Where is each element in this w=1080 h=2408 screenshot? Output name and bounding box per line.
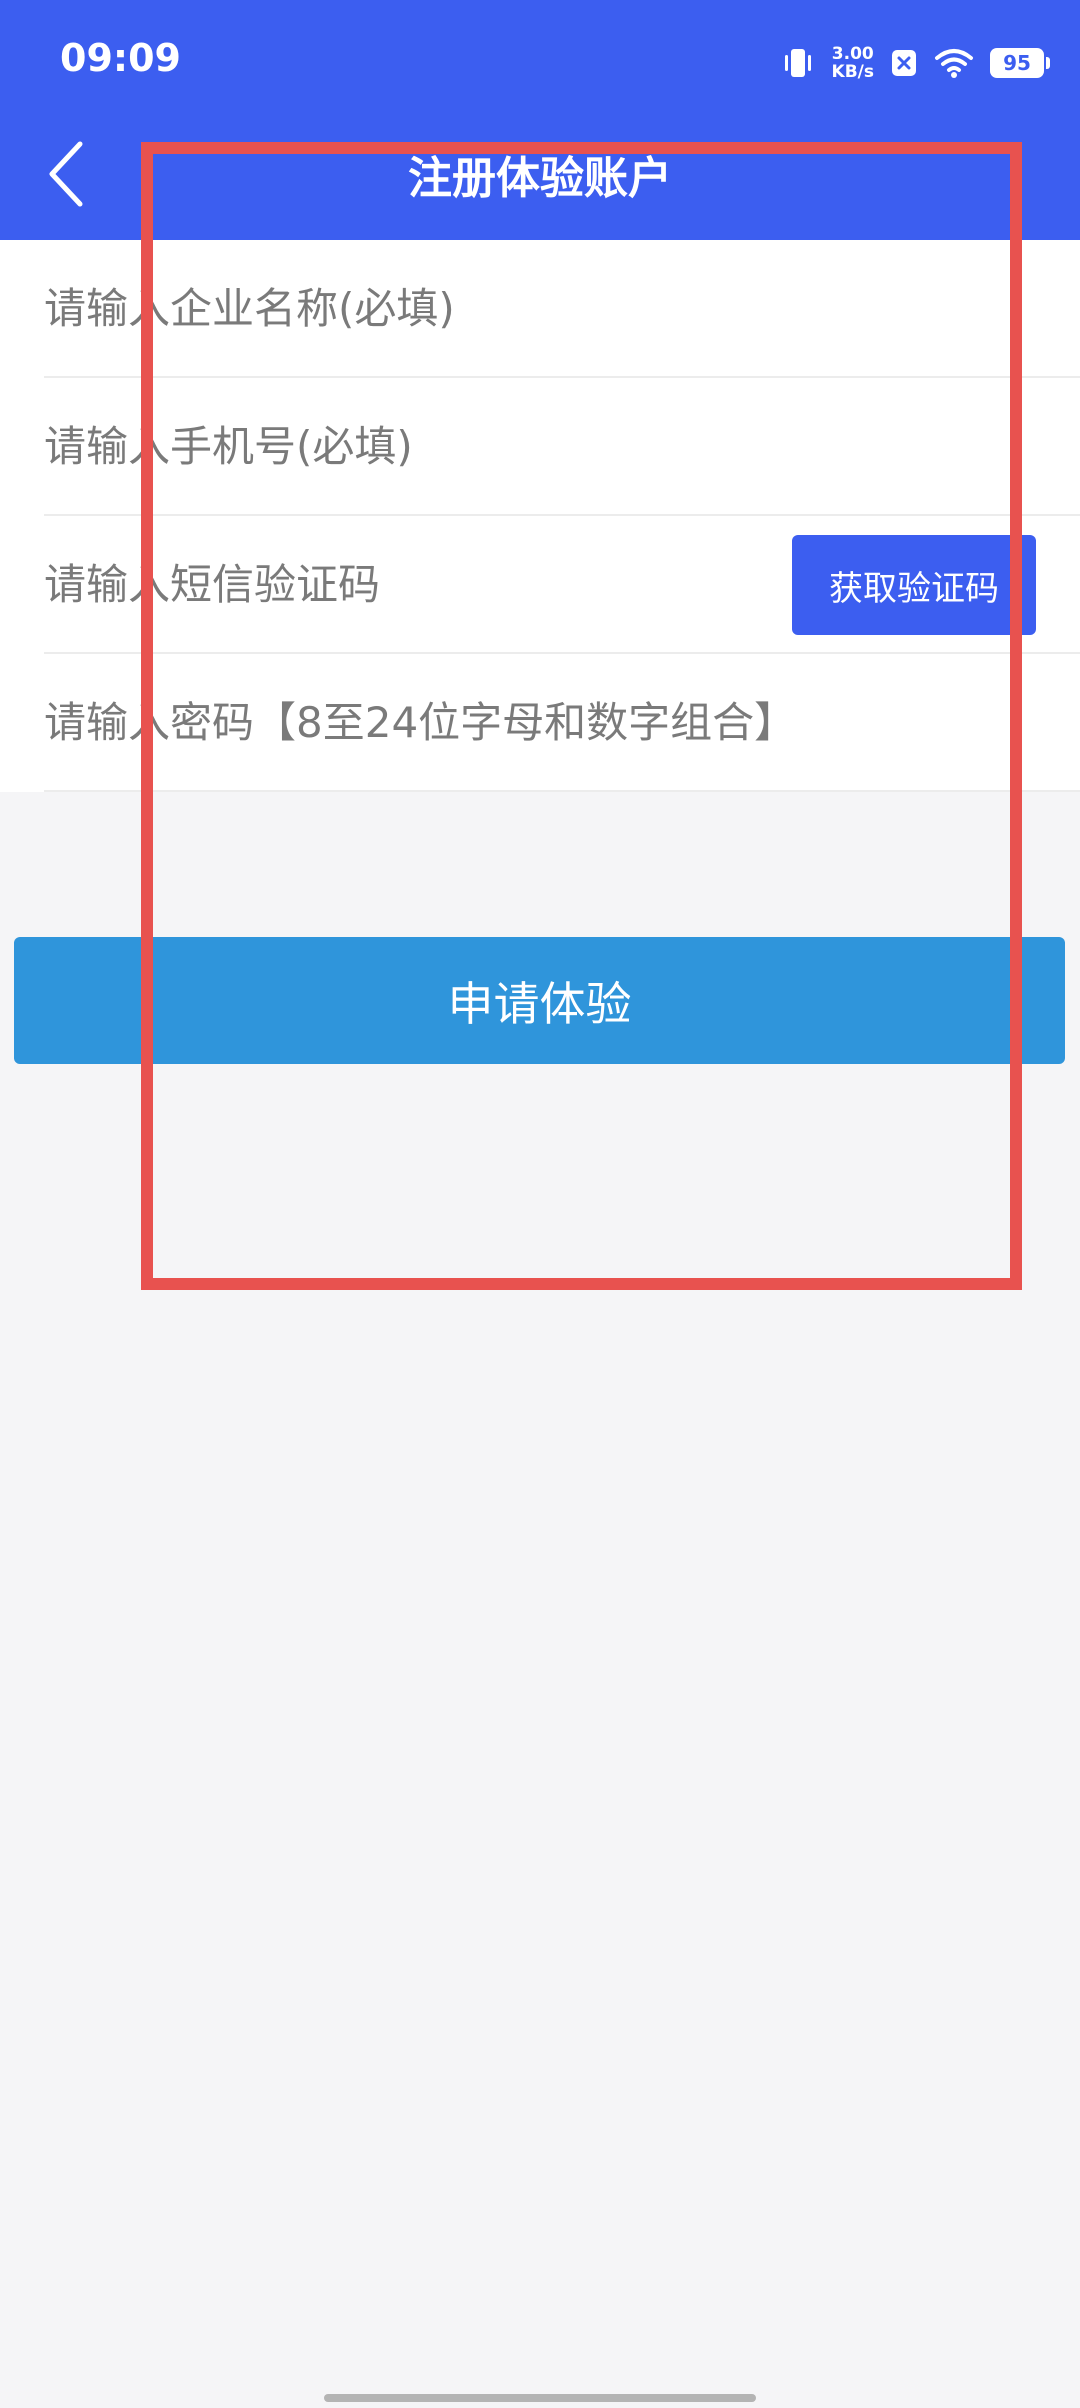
network-speed-value: 3.00 xyxy=(831,44,874,64)
home-indicator[interactable] xyxy=(324,2394,756,2402)
network-speed-unit: KB/s xyxy=(831,62,874,82)
notification-x-icon xyxy=(890,48,918,78)
phone-row xyxy=(44,378,1080,516)
network-speed: 3.00 KB/s xyxy=(832,45,874,81)
status-time: 09:09 xyxy=(60,36,181,80)
status-icons: 3.00 KB/s 95 xyxy=(780,40,1050,86)
sms-code-input[interactable] xyxy=(44,516,744,652)
header-bar: 09:09 3.00 KB/s 95 注册体验账户 xyxy=(0,0,1080,240)
wifi-icon xyxy=(934,47,974,79)
registration-screen: 09:09 3.00 KB/s 95 注册体验账户 请输入企业名称(必填) 请输… xyxy=(0,0,1080,2408)
password-row xyxy=(44,654,1080,792)
vibrate-icon xyxy=(780,46,816,80)
page-title: 注册体验账户 xyxy=(408,153,672,204)
apply-trial-button[interactable]: 申请体验 xyxy=(14,937,1065,1064)
battery-indicator: 95 xyxy=(990,48,1050,78)
company-name-input[interactable] xyxy=(44,240,1080,376)
phone-input[interactable] xyxy=(44,378,1080,514)
registration-form: 获取验证码 xyxy=(0,240,1080,792)
company-name-row xyxy=(44,240,1080,378)
get-sms-code-button[interactable]: 获取验证码 xyxy=(792,535,1036,635)
password-input[interactable] xyxy=(44,654,1080,790)
